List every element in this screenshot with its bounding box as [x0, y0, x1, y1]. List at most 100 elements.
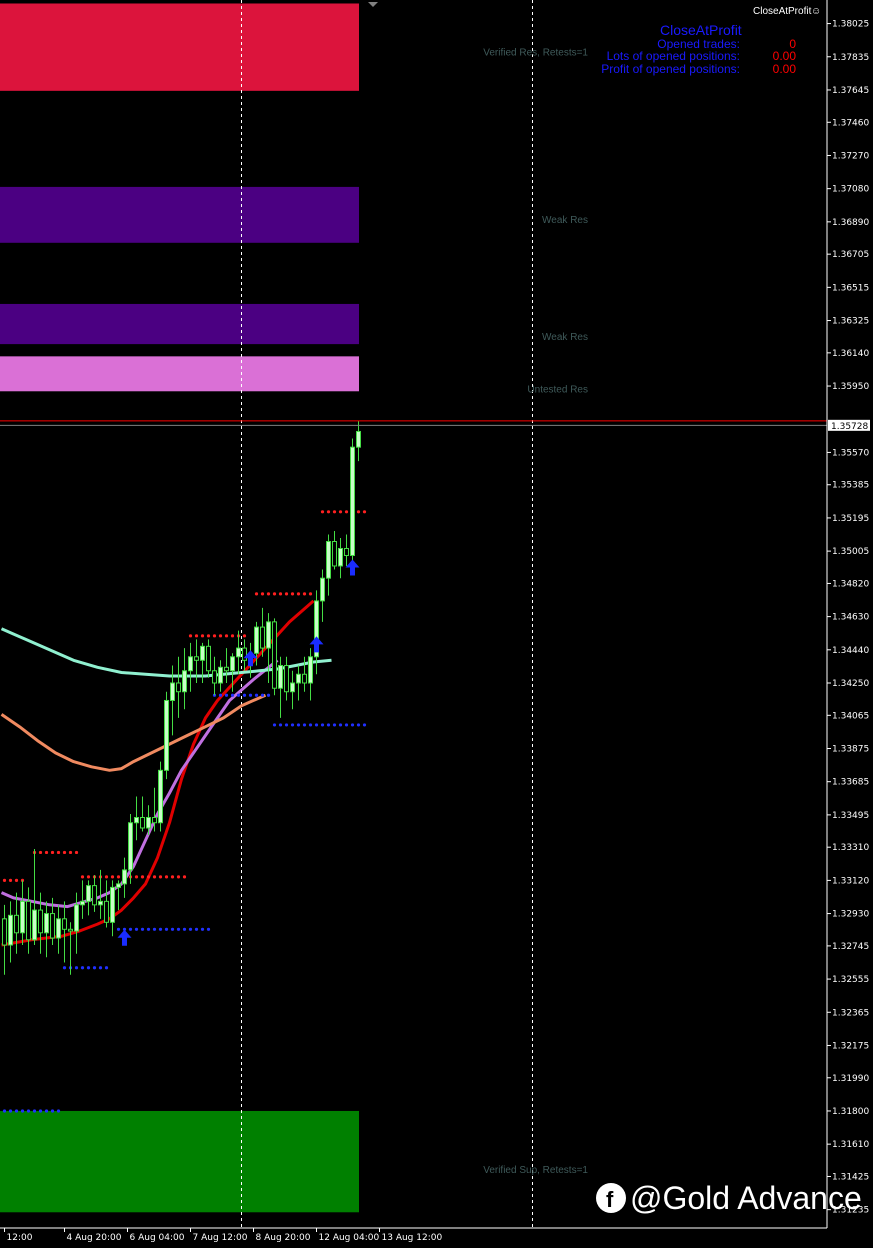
- candle-body-24[interactable]: [146, 817, 151, 829]
- resistance-dot-3-32: [194, 634, 199, 638]
- candle-body-20[interactable]: [122, 869, 127, 885]
- support-dot-1-33: [200, 927, 205, 931]
- resistance-dot-1-6: [38, 850, 43, 855]
- resistance-dot-2-14: [86, 875, 91, 879]
- candle-body-39[interactable]: [236, 647, 241, 658]
- candle-body-13[interactable]: [80, 900, 85, 906]
- y-tick-label-32: 1.31990: [832, 1074, 869, 1084]
- candle-body-8[interactable]: [50, 913, 55, 939]
- candle-body-21[interactable]: [128, 822, 133, 871]
- candle-body-32[interactable]: [194, 656, 199, 661]
- zone-label-4: Verified Sup, Retests=1: [483, 1165, 588, 1176]
- resistance-dot-2-17: [104, 875, 109, 879]
- y-tick-label-4: 1.37270: [832, 151, 869, 161]
- candle-body-26[interactable]: [158, 769, 163, 824]
- candle-body-1[interactable]: [8, 914, 13, 946]
- candle-body-59[interactable]: [356, 430, 361, 448]
- candle-body-3[interactable]: [20, 900, 25, 934]
- watermark: f @Gold Advance: [596, 1180, 862, 1216]
- price-chart[interactable]: Verified Res, Retests=1 Weak Res Weak Res U…: [0, 0, 873, 1248]
- zone-label-3: Untested Res: [527, 384, 588, 395]
- candle-body-7[interactable]: [44, 913, 49, 934]
- candle-body-25[interactable]: [152, 817, 157, 824]
- candle-body-50[interactable]: [302, 673, 307, 684]
- candle-body-9[interactable]: [56, 918, 61, 939]
- candle-body-34[interactable]: [206, 645, 211, 672]
- candle-body-44[interactable]: [266, 621, 271, 649]
- ea-smiley-icon[interactable]: ☺: [811, 6, 821, 17]
- support-dot-2-41: [248, 693, 253, 697]
- resistance-dot-5-59: [356, 510, 361, 514]
- support-dot-2-40: [242, 693, 247, 697]
- candle-body-16[interactable]: [98, 900, 103, 906]
- resistance-dot-1-8: [50, 850, 55, 855]
- y-tick-label-20: 1.34250: [832, 679, 869, 689]
- candle-body-40[interactable]: [242, 647, 247, 661]
- candle-body-15[interactable]: [92, 885, 97, 906]
- svg-text:1.35728: 1.35728: [831, 422, 868, 432]
- candle-body-12[interactable]: [74, 904, 79, 932]
- candle-body-53[interactable]: [320, 577, 325, 602]
- candle-body-29[interactable]: [176, 682, 181, 693]
- support-dot-1-26: [158, 927, 163, 931]
- candle-body-49[interactable]: [296, 673, 301, 684]
- support-dot-1-29: [176, 927, 181, 931]
- x-tick-label-1: 4 Aug 20:00: [67, 1233, 122, 1243]
- y-tick-label-18: 1.34630: [832, 613, 869, 623]
- candle-body-56[interactable]: [338, 547, 343, 567]
- resistance-dot-2-26: [158, 875, 163, 879]
- candle-body-17[interactable]: [104, 900, 109, 923]
- candle-body-35[interactable]: [212, 670, 217, 684]
- candle-body-58[interactable]: [350, 446, 355, 556]
- candle-body-23[interactable]: [140, 817, 145, 829]
- resistance-dot-4-51: [308, 592, 313, 596]
- candle-body-19[interactable]: [116, 883, 121, 888]
- candle-body-47[interactable]: [284, 665, 289, 693]
- candle-body-0[interactable]: [2, 918, 7, 946]
- candle-body-33[interactable]: [200, 645, 205, 661]
- candle-body-46[interactable]: [278, 665, 283, 689]
- candle-body-5[interactable]: [32, 909, 37, 941]
- candle-body-4[interactable]: [26, 900, 31, 941]
- candle-body-43[interactable]: [260, 626, 265, 649]
- candle-body-22[interactable]: [134, 817, 139, 824]
- candle-body-37[interactable]: [224, 666, 229, 672]
- candle-body-28[interactable]: [170, 682, 175, 701]
- zone-0: [0, 3, 359, 91]
- candle-body-14[interactable]: [86, 885, 91, 902]
- candle-body-48[interactable]: [290, 682, 295, 693]
- zone-1: [0, 186, 359, 243]
- candle-body-57[interactable]: [344, 547, 349, 556]
- x-tick-label-3: 7 Aug 12:00: [193, 1233, 248, 1243]
- candle-body-45[interactable]: [272, 621, 277, 689]
- candle-body-27[interactable]: [164, 699, 169, 771]
- candle-body-31[interactable]: [188, 656, 193, 672]
- zone-3: [0, 356, 359, 392]
- support-dot-3-51: [308, 723, 313, 727]
- candle-body-2[interactable]: [14, 914, 19, 934]
- candle-body-11[interactable]: [68, 928, 73, 932]
- candle-body-51[interactable]: [308, 656, 313, 684]
- candle-body-38[interactable]: [230, 656, 235, 672]
- candle-body-36[interactable]: [218, 666, 223, 684]
- support-dot-0-15: [92, 966, 97, 970]
- candle-body-55[interactable]: [332, 541, 337, 567]
- candle-body-18[interactable]: [110, 886, 115, 923]
- resistance-dot-4-45: [272, 592, 277, 596]
- candle-body-54[interactable]: [326, 541, 331, 579]
- resistance-dot-1-9: [56, 850, 61, 855]
- resistance-dot-4-44: [266, 592, 271, 596]
- watermark-text: @Gold Advance: [630, 1180, 862, 1216]
- candle-body-10[interactable]: [62, 918, 67, 930]
- candle-body-6[interactable]: [38, 909, 43, 934]
- support-dot-3-56: [338, 723, 343, 727]
- support-dot-2-39: [236, 693, 241, 697]
- support-dot-1-32: [194, 927, 199, 931]
- support-dot-1-28: [170, 927, 175, 931]
- x-tick-label-2: 6 Aug 04:00: [130, 1233, 185, 1243]
- resistance-dot-4-50: [302, 592, 307, 596]
- resistance-dot-2-30: [182, 875, 187, 879]
- candle-body-30[interactable]: [182, 670, 187, 693]
- resistance-dot-2-27: [164, 875, 169, 879]
- candle-body-42[interactable]: [254, 626, 259, 654]
